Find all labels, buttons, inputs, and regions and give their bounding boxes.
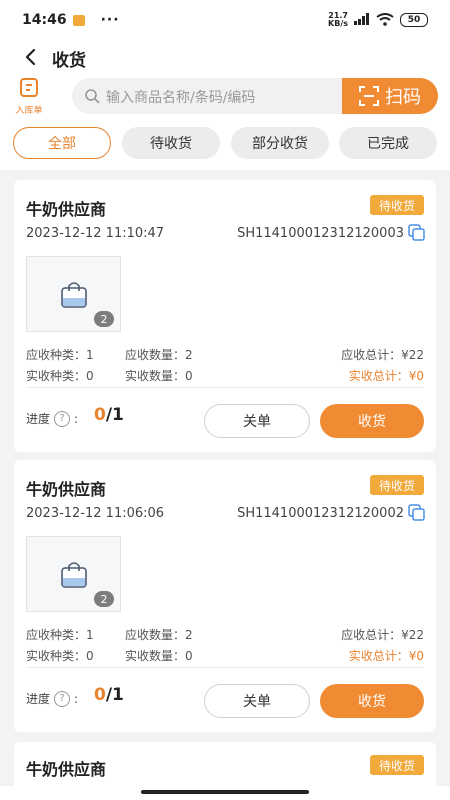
status-time: 14:46 xyxy=(22,12,67,28)
order-number: SH114100012312120003 xyxy=(237,226,404,241)
actual-total: 实收总计：¥0 xyxy=(348,649,424,663)
receive-button[interactable]: 收货 xyxy=(320,684,424,718)
scan-icon xyxy=(359,86,379,106)
copy-icon[interactable] xyxy=(408,224,426,242)
supplier-name: 牛奶供应商 xyxy=(26,480,107,499)
expected-types: 应收种类：1 xyxy=(26,348,94,362)
filter-pending[interactable]: 待收货 xyxy=(122,127,220,159)
inbound-order-button[interactable]: 入库单 xyxy=(10,78,48,116)
network-speed: 21.7 KB/s xyxy=(328,11,348,28)
progress-label: 进度 ? : xyxy=(26,690,79,707)
filter-all[interactable]: 全部 xyxy=(13,127,111,159)
progress-value: 0/1 xyxy=(94,685,124,705)
close-order-button[interactable]: 关单 xyxy=(204,404,310,438)
wifi-icon xyxy=(376,12,394,28)
home-indicator[interactable] xyxy=(141,790,309,794)
progress-label: 进度 ? : xyxy=(26,410,79,427)
back-button[interactable] xyxy=(18,44,42,70)
help-icon[interactable]: ? xyxy=(54,410,71,427)
inbound-label: 入库单 xyxy=(15,106,43,116)
actual-quantity: 实收数量：0 xyxy=(125,369,193,383)
more-status-icon: ··· xyxy=(100,12,120,28)
order-card[interactable]: 牛奶供应商 待收货 2023-12-12 11:10:47 SH11410001… xyxy=(14,180,436,452)
document-icon xyxy=(20,78,38,97)
order-date: 2023-12-12 11:10:47 xyxy=(26,226,165,241)
notification-icon xyxy=(72,14,85,26)
status-badge: 待收货 xyxy=(369,475,424,495)
divider xyxy=(26,667,424,668)
page-title: 收货 xyxy=(52,51,86,71)
order-card[interactable]: 牛奶供应商 待收货 xyxy=(14,742,436,786)
shopping-bag-icon xyxy=(61,282,87,308)
status-badge: 待收货 xyxy=(369,755,424,775)
expected-quantity: 应收数量：2 xyxy=(125,628,193,642)
scan-button[interactable]: 扫码 xyxy=(342,78,438,114)
expected-total: 应收总计：¥22 xyxy=(341,348,424,362)
order-card[interactable]: 牛奶供应商 待收货 2023-12-12 11:06:06 SH11410001… xyxy=(14,460,436,732)
product-thumbnail[interactable]: 2 xyxy=(26,256,121,332)
search-icon xyxy=(85,89,100,104)
actual-total: 实收总计：¥0 xyxy=(348,369,424,383)
order-number: SH114100012312120002 xyxy=(237,506,404,521)
product-thumbnail[interactable]: 2 xyxy=(26,536,121,612)
search-placeholder: 输入商品名称/条码/编码 xyxy=(106,90,256,106)
divider xyxy=(26,387,424,388)
copy-icon[interactable] xyxy=(408,504,426,522)
item-count-badge: 2 xyxy=(94,591,114,607)
help-icon[interactable]: ? xyxy=(54,690,71,707)
actual-quantity: 实收数量：0 xyxy=(125,649,193,663)
shopping-bag-icon xyxy=(61,562,87,588)
supplier-name: 牛奶供应商 xyxy=(26,200,107,219)
filter-completed[interactable]: 已完成 xyxy=(339,127,437,159)
scan-label: 扫码 xyxy=(385,87,421,108)
expected-types: 应收种类：1 xyxy=(26,628,94,642)
search-input[interactable]: 输入商品名称/条码/编码 扫码 xyxy=(72,78,438,114)
close-order-button[interactable]: 关单 xyxy=(204,684,310,718)
progress-value: 0/1 xyxy=(94,405,124,425)
actual-types: 实收种类：0 xyxy=(26,649,94,663)
actual-types: 实收种类：0 xyxy=(26,369,94,383)
item-count-badge: 2 xyxy=(94,311,114,327)
filter-tabs: 全部 待收货 部分收货 已完成 xyxy=(0,120,450,170)
nav-bar: 收货 xyxy=(0,40,450,74)
status-bar: 14:46 ··· 21.7 KB/s 50 xyxy=(0,0,450,40)
search-row: 入库单 输入商品名称/条码/编码 扫码 xyxy=(0,74,450,120)
receive-button[interactable]: 收货 xyxy=(320,404,424,438)
filter-partial[interactable]: 部分收货 xyxy=(231,127,329,159)
chevron-left-icon xyxy=(25,48,36,66)
order-date: 2023-12-12 11:06:06 xyxy=(26,506,165,521)
expected-total: 应收总计：¥22 xyxy=(341,628,424,642)
home-indicator-area xyxy=(0,786,450,800)
supplier-name: 牛奶供应商 xyxy=(26,760,107,779)
expected-quantity: 应收数量：2 xyxy=(125,348,193,362)
status-badge: 待收货 xyxy=(369,195,424,215)
signal-icon xyxy=(354,13,370,27)
battery-icon: 50 xyxy=(400,13,428,27)
